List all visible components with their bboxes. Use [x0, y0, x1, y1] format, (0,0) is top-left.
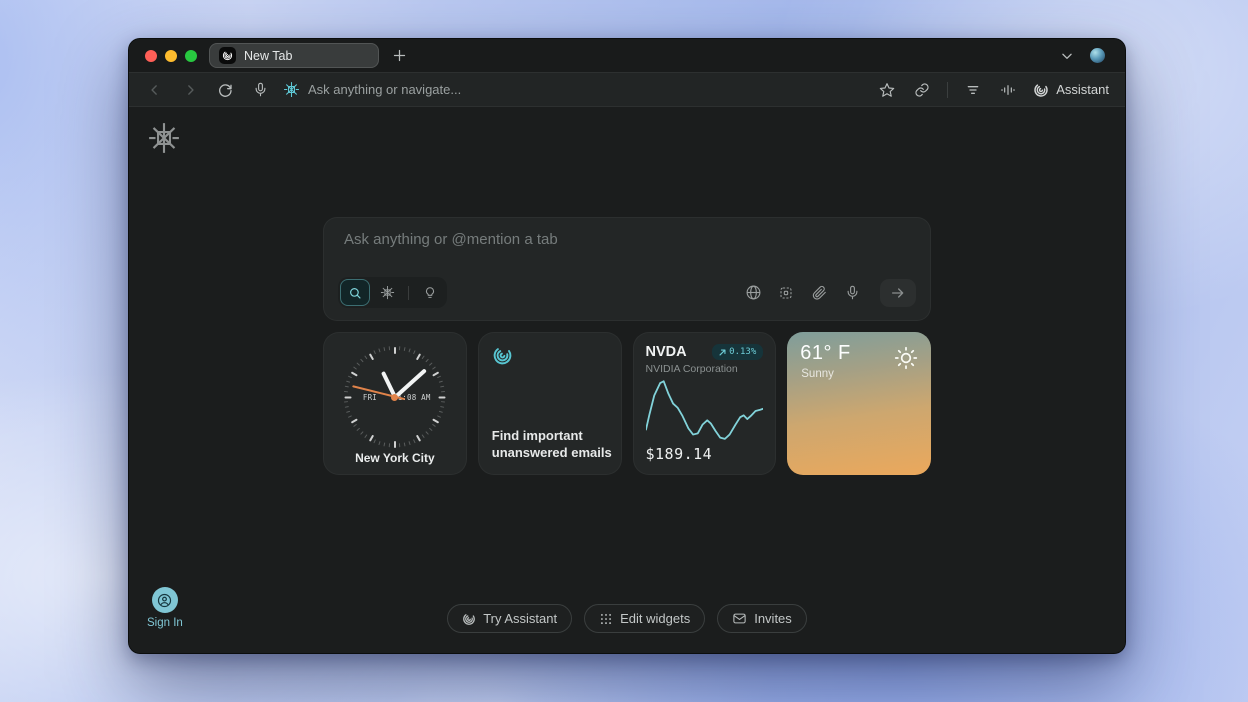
sun-icon [893, 345, 919, 371]
nav-divider [947, 82, 948, 98]
weather-temperature: 61° F [800, 342, 851, 365]
plus-icon [392, 48, 407, 63]
assistant-spiral-icon [462, 612, 476, 626]
reload-button[interactable] [215, 82, 235, 98]
clock-widget[interactable]: FRI 11:08 AM New York City [323, 332, 467, 475]
lines-icon [965, 82, 981, 98]
stock-symbol: NVDA [646, 344, 687, 360]
footer-actions: Try Assistant Edit widgets Invites [129, 604, 1125, 633]
tabstrip-right [1060, 48, 1105, 63]
link-icon [914, 82, 930, 98]
new-tab-button[interactable] [392, 48, 407, 63]
clock-city-label: New York City [324, 451, 466, 465]
widgets-row: FRI 11:08 AM New York City [323, 332, 931, 475]
nav-actions: Assistant [877, 82, 1109, 98]
star-icon [879, 82, 895, 98]
browser-logo-favicon [219, 47, 236, 64]
email-suggestion-text: Find important unanswered emails [492, 427, 613, 462]
window-controls [145, 50, 197, 62]
microphone-icon [253, 82, 268, 97]
ask-input-box[interactable]: Ask anything or @mention a tab [323, 217, 931, 321]
ask-toolbar [338, 277, 916, 308]
stock-sparkline [646, 380, 764, 442]
minimize-window-button[interactable] [165, 50, 177, 62]
chevron-down-icon[interactable] [1060, 49, 1074, 63]
assistant-spiral-icon [1033, 82, 1049, 98]
invites-label: Invites [754, 611, 792, 626]
app-logo-icon [283, 81, 300, 98]
close-window-button[interactable] [145, 50, 157, 62]
back-button[interactable] [145, 83, 165, 97]
agent-mode-button[interactable] [372, 279, 402, 306]
invites-button[interactable]: Invites [717, 604, 807, 633]
waveform-icon [1000, 82, 1016, 98]
new-tab-page: Ask anything or @mention a tab [129, 107, 1125, 653]
paperclip-icon [811, 285, 827, 301]
dictate-button[interactable] [840, 281, 864, 305]
knot-mode-icon [380, 285, 395, 300]
copy-link-button[interactable] [912, 82, 932, 98]
email-suggestion-widget[interactable]: Find important unanswered emails [478, 332, 622, 475]
globe-icon [745, 284, 762, 301]
assistant-label: Assistant [1056, 82, 1109, 97]
edit-widgets-label: Edit widgets [620, 611, 690, 626]
zoom-window-button[interactable] [185, 50, 197, 62]
voice-search-button[interactable] [250, 82, 270, 97]
stock-change-value: 0.13% [729, 347, 756, 357]
address-bar[interactable]: Ask anything or navigate... [283, 81, 461, 98]
clock-center-hub [391, 394, 398, 401]
tab-title: New Tab [244, 49, 292, 63]
search-mode-button[interactable] [340, 279, 370, 306]
clock-day: FRI [363, 393, 377, 402]
navigation-bar: Ask anything or navigate... Ass [129, 72, 1125, 107]
stock-price: $189.14 [646, 445, 764, 463]
grid-dots-icon [599, 612, 613, 626]
address-placeholder: Ask anything or navigate... [308, 82, 461, 97]
arrow-right-icon [890, 285, 906, 301]
weather-condition: Sunny [801, 368, 834, 380]
assistant-button[interactable]: Assistant [1033, 82, 1109, 98]
forward-button[interactable] [180, 83, 200, 97]
stock-change-badge: 0.13% [712, 344, 763, 360]
mode-selector [338, 277, 447, 308]
browser-window: New Tab [128, 38, 1126, 654]
profile-avatar[interactable] [1090, 48, 1105, 63]
app-logo [147, 121, 181, 155]
lightbulb-icon [423, 286, 437, 300]
attach-file-button[interactable] [807, 281, 831, 305]
envelope-icon [732, 611, 747, 626]
stock-sparkline-line [646, 381, 764, 439]
nav-controls [145, 82, 270, 98]
reload-icon [217, 82, 233, 98]
desktop: New Tab [0, 0, 1248, 702]
ask-actions [741, 279, 916, 307]
tab-new-tab[interactable]: New Tab [209, 43, 379, 68]
edit-widgets-button[interactable]: Edit widgets [584, 604, 705, 633]
stock-widget[interactable]: NVDA 0.13% NVIDIA Corporation [633, 332, 777, 475]
try-assistant-button[interactable]: Try Assistant [447, 604, 572, 633]
reading-list-button[interactable] [963, 82, 983, 98]
screenshot-button[interactable] [774, 281, 798, 305]
weather-widget[interactable]: 61° F Sunny [787, 332, 931, 475]
trend-up-icon [719, 349, 726, 356]
ask-placeholder: Ask anything or @mention a tab [344, 231, 558, 248]
capture-frame-icon [778, 285, 794, 301]
chevron-right-icon [183, 83, 197, 97]
clock-face: FRI 11:08 AM [336, 338, 454, 456]
bookmark-button[interactable] [877, 82, 897, 98]
stock-company: NVIDIA Corporation [646, 363, 764, 375]
voice-mode-button[interactable] [998, 82, 1018, 98]
submit-button[interactable] [880, 279, 916, 307]
assistant-spiral-icon [492, 345, 513, 366]
try-assistant-label: Try Assistant [483, 611, 557, 626]
ideas-mode-button[interactable] [415, 279, 445, 306]
microphone-icon [845, 285, 860, 300]
chevron-left-icon [148, 83, 162, 97]
mode-divider [408, 286, 409, 300]
web-search-toggle[interactable] [741, 281, 765, 305]
tab-strip: New Tab [129, 39, 1125, 72]
search-icon [348, 286, 362, 300]
